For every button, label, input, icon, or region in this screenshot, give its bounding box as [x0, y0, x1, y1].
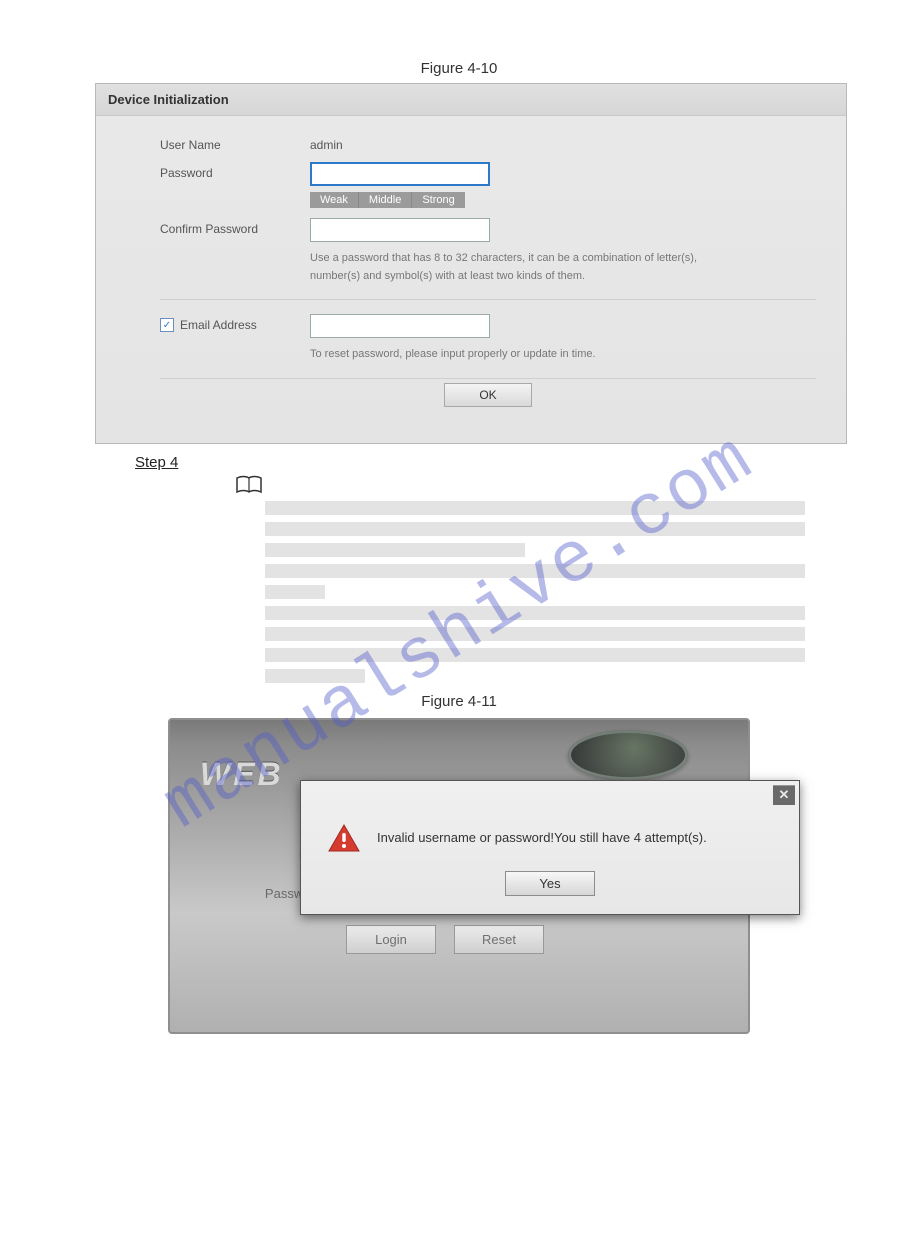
password-label: Password	[160, 162, 310, 180]
panel-title: Device Initialization	[96, 84, 846, 116]
email-hint: To reset password, please input properly…	[310, 346, 750, 364]
placeholder-note-block	[265, 501, 823, 683]
book-icon	[235, 475, 823, 495]
modal-message: Invalid username or password!You still h…	[377, 830, 707, 845]
strength-middle: Middle	[359, 192, 412, 208]
email-checkbox[interactable]: ✓	[160, 318, 174, 332]
yes-button[interactable]: Yes	[505, 871, 595, 896]
password-strength-meter: Weak Middle Strong	[310, 192, 816, 208]
step4-label: Step 4	[135, 454, 823, 471]
brand-text: WEB	[200, 756, 284, 793]
password-hint: Use a password that has 8 to 32 characte…	[310, 250, 750, 285]
reset-button[interactable]: Reset	[454, 925, 544, 954]
figure-410-caption: Figure 4-10	[95, 60, 823, 77]
confirm-password-input[interactable]	[310, 218, 490, 242]
username-value: admin	[310, 134, 816, 152]
figure-411-caption: Figure 4-11	[95, 693, 823, 710]
close-icon[interactable]: ✕	[773, 785, 795, 805]
strength-weak: Weak	[310, 192, 359, 208]
strength-strong: Strong	[412, 192, 464, 208]
warning-icon	[327, 823, 361, 853]
divider	[160, 299, 816, 300]
password-input[interactable]	[310, 162, 490, 186]
ok-button[interactable]: OK	[444, 383, 532, 407]
email-label: Email Address	[180, 318, 257, 332]
camera-lens-graphic	[568, 730, 688, 780]
username-label: User Name	[160, 134, 310, 152]
device-init-panel: Device Initialization User Name admin Pa…	[95, 83, 847, 444]
confirm-password-label: Confirm Password	[160, 218, 310, 236]
email-input[interactable]	[310, 314, 490, 338]
login-panel: WEB Use Password ●●●●●●●● Forgot passwor…	[168, 718, 750, 1034]
login-button[interactable]: Login	[346, 925, 436, 954]
error-modal: ✕ Invalid username or password!You still…	[300, 780, 800, 915]
